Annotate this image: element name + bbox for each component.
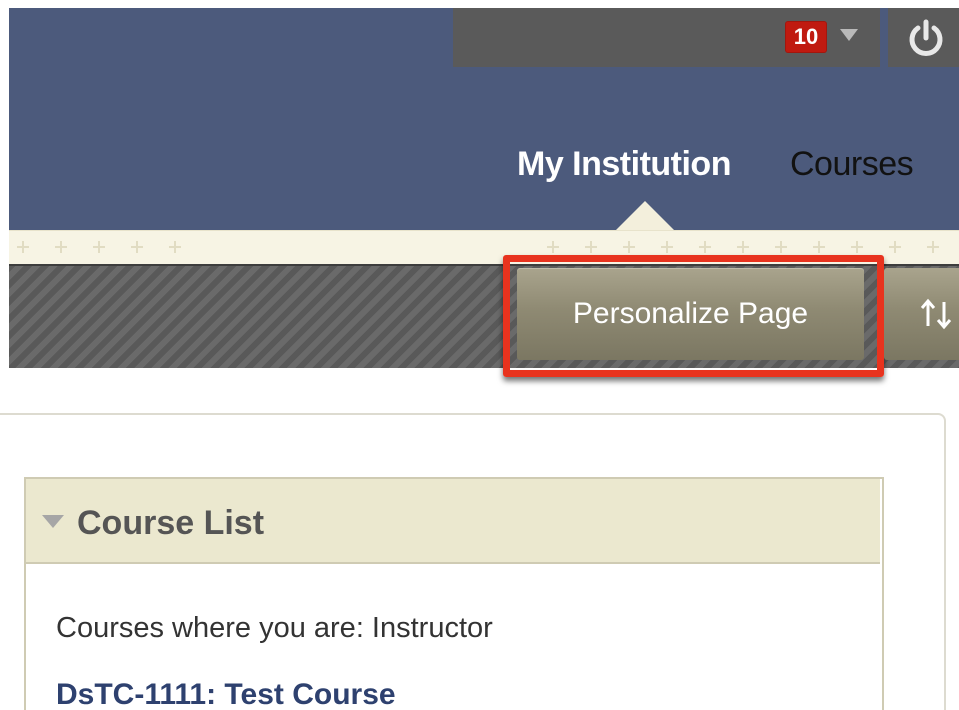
plus-pattern-icon [17,241,29,253]
plus-pattern-icon [927,241,939,253]
personalize-page-button[interactable]: Personalize Page [517,268,864,360]
notification-count-badge[interactable]: 10 [785,21,827,53]
plus-pattern-icon [623,241,635,253]
plus-pattern-icon [737,241,749,253]
plus-pattern-icon [699,241,711,253]
plus-pattern-icon [889,241,901,253]
plus-pattern-icon [851,241,863,253]
reorder-arrows-icon[interactable] [918,296,954,332]
plus-pattern-icon [131,241,143,253]
tab-courses[interactable]: Courses [790,142,914,186]
plus-pattern-icon [585,241,597,253]
module-title: Course List [77,504,265,542]
plus-pattern-icon [775,241,787,253]
page-root: 10 My Institution Courses Personalize Pa… [0,0,959,710]
active-tab-pointer [616,201,674,230]
plus-pattern-icon [55,241,67,253]
chevron-down-icon[interactable] [840,29,858,41]
plus-pattern-icon [661,241,673,253]
course-link[interactable]: DsTC-1111: Test Course [56,676,396,710]
decorative-plus-strip [9,230,959,264]
plus-pattern-icon [169,241,181,253]
plus-pattern-icon [547,241,559,253]
plus-pattern-icon [93,241,105,253]
collapse-triangle-icon[interactable] [42,515,64,528]
plus-pattern-icon [813,241,825,253]
tab-my-institution[interactable]: My Institution [517,142,731,186]
course-role-heading: Courses where you are: Instructor [56,612,493,644]
power-icon[interactable] [904,17,948,61]
utility-bar-divider [880,8,888,67]
